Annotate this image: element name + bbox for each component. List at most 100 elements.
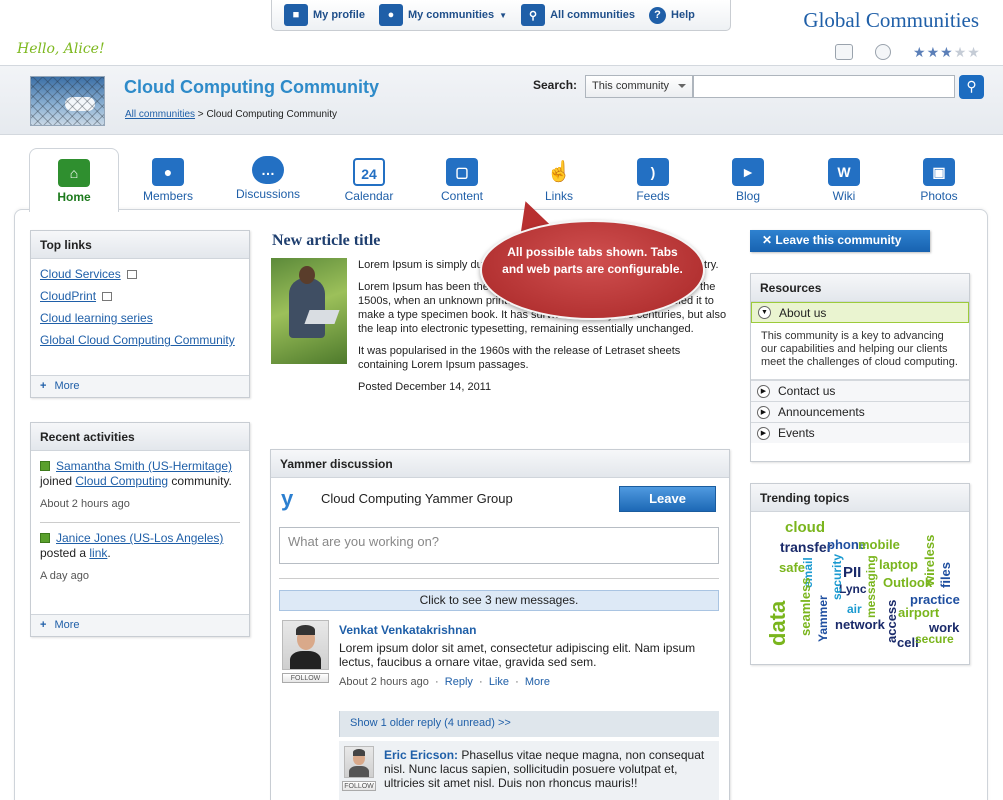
- top-link-item[interactable]: CloudPrint: [40, 289, 96, 303]
- widget-title: Trending topics: [751, 484, 969, 512]
- tag-word[interactable]: PII: [843, 565, 861, 580]
- tag-word[interactable]: files: [938, 562, 953, 588]
- about-text: This community is a key to advancing our…: [751, 323, 969, 380]
- tag-word[interactable]: Outlook: [883, 576, 932, 589]
- rating-stars[interactable]: ★ ★ ★ ★ ★: [913, 45, 980, 59]
- accordion-about[interactable]: ▼ About us: [751, 302, 969, 323]
- search-button[interactable]: ⚲: [959, 75, 984, 99]
- wiki-icon: W: [828, 158, 860, 186]
- help-link[interactable]: ? Help: [649, 6, 695, 24]
- calendar-icon: 24: [353, 158, 385, 186]
- reply-author[interactable]: Eric Ericson:: [384, 748, 458, 762]
- star-icon[interactable]: ★: [967, 45, 980, 59]
- top-links-widget: Top links Cloud Services CloudPrint Clou…: [30, 230, 250, 398]
- accordion-announcements[interactable]: ▶ Announcements: [751, 401, 969, 422]
- tab-blog[interactable]: ► Blog: [703, 148, 793, 210]
- post-input[interactable]: What are you working on?: [279, 527, 719, 564]
- tab-home[interactable]: ⌂ Home: [29, 148, 119, 212]
- avatar[interactable]: [282, 620, 329, 670]
- tag-word[interactable]: air: [847, 603, 862, 615]
- tab-wiki[interactable]: W Wiki: [799, 148, 889, 210]
- chevron-right-icon: ▶: [757, 384, 770, 398]
- activity-icon: [40, 461, 50, 471]
- external-link-icon: [126, 270, 137, 279]
- external-link-icon: [102, 292, 113, 301]
- tag-icon[interactable]: [875, 44, 891, 60]
- leave-community-button[interactable]: ✕ Leave this community: [750, 230, 930, 252]
- tag-word[interactable]: laptop: [879, 558, 918, 571]
- tab-feeds[interactable]: ) Feeds: [608, 148, 698, 210]
- new-messages-bar[interactable]: Click to see 3 new messages.: [279, 590, 719, 611]
- activity-user-link[interactable]: Samantha Smith (US-Hermitage): [56, 459, 232, 473]
- like-link[interactable]: Like: [489, 676, 509, 688]
- breadcrumb: All communities > Cloud Computing Commun…: [125, 109, 338, 120]
- accordion-contact[interactable]: ▶ Contact us: [751, 380, 969, 401]
- older-replies-link[interactable]: Show 1 older reply (4 unread) >>: [339, 711, 719, 737]
- tab-content[interactable]: ▢ Content: [417, 148, 507, 210]
- activity-time: About 2 hours ago: [40, 498, 130, 510]
- tab-photos[interactable]: ▣ Photos: [894, 148, 984, 210]
- tab-calendar[interactable]: 24 Calendar: [324, 148, 414, 210]
- article-title[interactable]: New article title: [272, 232, 380, 250]
- my-profile-link[interactable]: ■ My profile: [284, 4, 365, 26]
- tag-word[interactable]: cloud: [785, 520, 825, 535]
- avatar[interactable]: [344, 746, 374, 778]
- tag-word[interactable]: secure: [915, 633, 954, 645]
- activity-target-link[interactable]: link: [89, 546, 107, 560]
- global-nav: ■ My profile ● My communities ▼ ⚲ All co…: [271, 0, 731, 31]
- breadcrumb-root-link[interactable]: All communities: [125, 109, 195, 120]
- tab-discussions[interactable]: … Discussions: [223, 146, 313, 208]
- tab-members[interactable]: ● Members: [123, 148, 213, 210]
- star-icon[interactable]: ★: [913, 45, 926, 59]
- message-author[interactable]: Venkat Venkatakrishnan: [339, 623, 476, 637]
- megaphone-icon: ►: [732, 158, 764, 186]
- top-link-item[interactable]: Cloud Services: [40, 267, 121, 281]
- accordion-events[interactable]: ▶ Events: [751, 422, 969, 443]
- share-icon[interactable]: [835, 44, 853, 60]
- top-links-more[interactable]: + More: [31, 375, 249, 397]
- tag-word[interactable]: seamless: [798, 577, 813, 636]
- follow-button[interactable]: FOLLOW: [282, 673, 329, 683]
- star-icon[interactable]: ★: [954, 45, 967, 59]
- activity-target-link[interactable]: Cloud Computing: [75, 474, 168, 488]
- activity-user-link[interactable]: Janice Jones (US-Los Angeles): [56, 531, 223, 545]
- article-date: Posted December 14, 2011: [358, 381, 492, 393]
- search-scope-select[interactable]: This community: [585, 75, 693, 98]
- people-icon: ●: [378, 4, 403, 26]
- tag-word[interactable]: airport: [898, 606, 939, 619]
- reply-link[interactable]: Reply: [445, 676, 473, 688]
- star-icon[interactable]: ★: [927, 45, 940, 59]
- tag-word[interactable]: mobile: [858, 538, 900, 551]
- star-icon[interactable]: ★: [940, 45, 953, 59]
- my-communities-menu[interactable]: ● My communities ▼: [378, 4, 507, 26]
- leave-group-button[interactable]: Leave: [619, 486, 716, 512]
- home-icon: ⌂: [58, 159, 90, 187]
- plus-icon: +: [40, 380, 47, 392]
- yammer-group-name: Cloud Computing Yammer Group: [321, 491, 513, 506]
- widget-title: Resources: [751, 274, 969, 302]
- chevron-down-icon: [678, 84, 686, 88]
- top-link-item[interactable]: Cloud learning series: [40, 311, 153, 325]
- tag-word[interactable]: messaging: [864, 555, 878, 618]
- recent-more[interactable]: + More: [31, 614, 249, 636]
- activity-icon: [40, 533, 50, 543]
- resources-widget: Resources ▼ About us This community is a …: [750, 273, 970, 462]
- rss-icon: ): [637, 158, 669, 186]
- chevron-right-icon: ▶: [757, 405, 770, 419]
- tag-word[interactable]: Yammer: [816, 595, 830, 642]
- more-link[interactable]: More: [525, 676, 550, 688]
- page-tools: ★ ★ ★ ★ ★: [835, 44, 980, 60]
- top-link-item[interactable]: Global Cloud Computing Community: [40, 333, 235, 347]
- profile-card-icon: ■: [284, 4, 308, 26]
- tag-word[interactable]: security: [830, 554, 844, 600]
- search-input[interactable]: [693, 75, 955, 98]
- follow-button[interactable]: FOLLOW: [342, 781, 376, 791]
- tag-word[interactable]: network: [835, 618, 885, 631]
- yammer-icon: y: [281, 486, 294, 511]
- tag-word[interactable]: transfer: [780, 540, 832, 554]
- site-brand: Global Communities: [803, 8, 979, 32]
- plus-icon: +: [40, 619, 47, 631]
- recent-activities-widget: Recent activities Samantha Smith (US-Her…: [30, 422, 250, 637]
- tag-word[interactable]: data: [765, 601, 790, 646]
- all-communities-link[interactable]: ⚲ All communities: [521, 4, 635, 26]
